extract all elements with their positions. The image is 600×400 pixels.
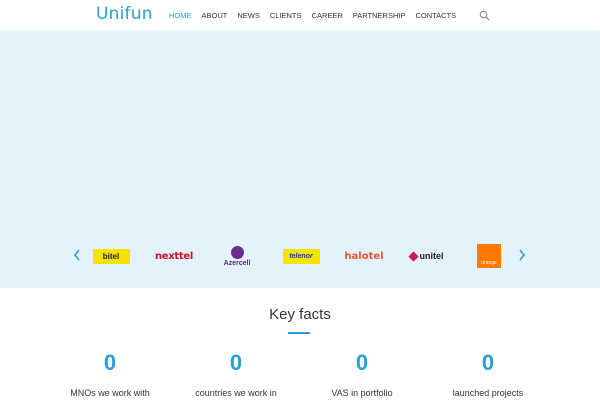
fact-value: 0 xyxy=(355,350,369,375)
fact-label: VAS in portfolio xyxy=(331,388,393,398)
chevron-right-icon[interactable] xyxy=(517,248,527,262)
client-logo-orange[interactable]: orange xyxy=(477,242,501,270)
key-facts-title: Key facts xyxy=(269,306,331,323)
fact-projects: 0 launched projects xyxy=(428,350,548,398)
nav-item-about[interactable]: ABOUT xyxy=(202,11,228,20)
site-header: Unifun HOME ABOUT NEWS CLIENTS CAREER PA… xyxy=(0,0,600,30)
fact-value: 0 xyxy=(481,350,495,375)
fact-vas: 0 VAS in portfolio xyxy=(302,350,422,398)
azercell-logo-text: Azercell xyxy=(223,259,251,267)
nav-item-news[interactable]: NEWS xyxy=(237,11,260,20)
fact-label: MNOs we work with xyxy=(70,388,150,398)
orange-logo-text: orange xyxy=(477,244,501,268)
azercell-emblem-icon xyxy=(230,245,244,259)
fact-value: 0 xyxy=(229,350,243,375)
key-facts-underline xyxy=(288,332,310,334)
nav-item-home[interactable]: HOME xyxy=(169,11,192,20)
site-logo[interactable]: Unifun xyxy=(96,4,153,24)
fact-value: 0 xyxy=(103,350,117,375)
client-logo-halotel[interactable]: halotel xyxy=(344,242,384,270)
fact-mnos: 0 MNOs we work with xyxy=(50,350,170,398)
main-nav: HOME ABOUT NEWS CLIENTS CAREER PARTNERSH… xyxy=(164,0,461,30)
nav-item-career[interactable]: CAREER xyxy=(312,11,343,20)
nav-item-contacts[interactable]: CONTACTS xyxy=(415,11,456,20)
unitel-logo-text: unitel xyxy=(419,251,444,261)
client-logo-azercell[interactable]: Azercell xyxy=(218,242,256,270)
telenor-logo-text: telenor xyxy=(282,248,320,264)
client-logo-nexttel[interactable]: nexttel xyxy=(154,242,194,270)
chevron-left-icon[interactable] xyxy=(72,248,82,262)
nav-item-partnership[interactable]: PARTNERSHIP xyxy=(353,11,406,20)
client-logo-bitel[interactable]: bitel xyxy=(92,242,130,270)
client-logo-telenor[interactable]: telenor xyxy=(282,242,320,270)
nav-item-clients[interactable]: CLIENTS xyxy=(270,11,302,20)
fact-countries: 0 countries we work in xyxy=(176,350,296,398)
unitel-mark-icon xyxy=(407,250,419,262)
search-icon[interactable] xyxy=(479,10,490,21)
client-logo-unitel[interactable]: unitel xyxy=(406,242,446,270)
bitel-logo-text: bitel xyxy=(92,248,130,264)
fact-label: countries we work in xyxy=(195,388,277,398)
fact-label: launched projects xyxy=(452,388,524,398)
clients-carousel: bitel nexttel Azercell telenor halotel u… xyxy=(0,236,600,276)
